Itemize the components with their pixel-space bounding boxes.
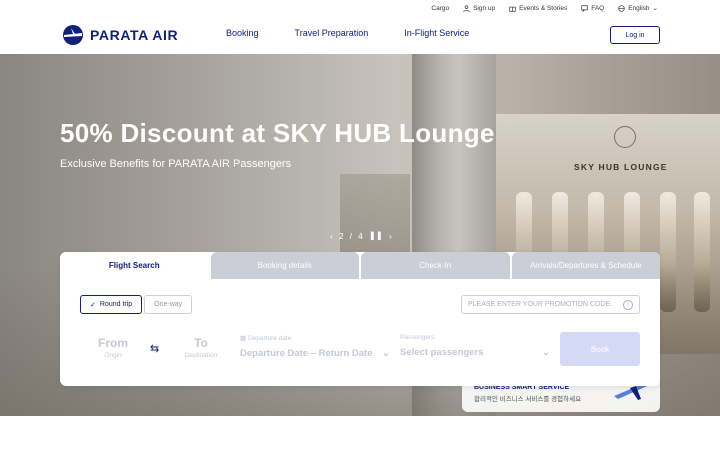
round-trip-label: Round trip — [99, 301, 133, 308]
events-link[interactable]: Events & Stories — [509, 5, 567, 12]
language-label: English — [628, 4, 650, 12]
brand-name: PARATA AIR — [90, 27, 179, 43]
passengers-field[interactable]: Passengers Select passengers ⌄ — [400, 334, 550, 358]
departure-date-label: Departure date — [247, 335, 292, 342]
gift-icon — [509, 6, 516, 12]
cargo-link[interactable]: Cargo — [431, 5, 449, 12]
chevron-right-icon[interactable]: › — [389, 231, 392, 241]
lounge-sign: SKY HUB LOUNGE — [574, 162, 668, 172]
carousel-pager: ‹ 2 / 4 ❚❚ › — [330, 230, 392, 241]
faq-label: FAQ — [591, 4, 605, 12]
signup-label: Sign up — [473, 4, 496, 12]
user-icon — [463, 4, 470, 12]
passengers-label: Passengers — [400, 334, 435, 341]
one-way-button[interactable]: One-way — [144, 295, 193, 314]
pager-current: 2 — [338, 230, 344, 241]
promotion-code-input[interactable]: PLEASE ENTER YOUR PROMOTION CODE. i — [461, 295, 640, 314]
brand-logo[interactable]: PARATA AIR — [62, 24, 178, 46]
nav-travel-preparation[interactable]: Travel Preparation — [295, 28, 369, 38]
tab-flight-search[interactable]: Flight Search — [60, 252, 209, 279]
chevron-down-icon: ⌄ — [652, 5, 658, 12]
chevron-down-icon: ⌄ — [542, 347, 550, 358]
language-selector[interactable]: English ⌄ — [618, 4, 658, 12]
chevron-left-icon[interactable]: ‹ — [330, 231, 333, 241]
departure-date-value: Departure Date – Return Date — [240, 348, 373, 359]
flight-search-panel: Flight Search Booking details Check-In A… — [60, 252, 660, 386]
main-header: PARATA AIR Booking Travel Preparation In… — [0, 16, 720, 54]
promotion-code-placeholder: PLEASE ENTER YOUR PROMOTION CODE. — [468, 301, 613, 308]
tab-check-in[interactable]: Check-In — [361, 252, 510, 279]
tab-booking-details[interactable]: Booking details — [210, 252, 359, 279]
main-menu: Booking Travel Preparation In-Flight Ser… — [226, 28, 469, 38]
pager-separator: / — [349, 230, 352, 241]
info-icon[interactable]: i — [623, 300, 633, 310]
nav-inflight-service[interactable]: In-Flight Service — [404, 28, 469, 38]
trip-type-toggle: ✓ Round trip One-way — [80, 295, 193, 314]
origin-label: Origin — [104, 352, 122, 359]
utility-bar: Cargo Sign up Events & Stories FAQ Engli… — [0, 0, 720, 16]
departure-date-field[interactable]: ▦ Departure date Departure Date – Return… — [240, 334, 390, 359]
search-tabs: Flight Search Booking details Check-In A… — [60, 252, 660, 279]
from-label: From — [98, 336, 128, 350]
calendar-icon: ▦ — [240, 335, 248, 342]
signup-link[interactable]: Sign up — [463, 5, 495, 12]
origin-field[interactable]: From Origin — [80, 336, 146, 359]
passengers-value: Select passengers — [400, 347, 484, 358]
destination-field[interactable]: To Destination — [168, 336, 234, 359]
lounge-emblem — [614, 126, 636, 148]
hero-title: 50% Discount at SKY HUB Lounge — [60, 118, 495, 148]
chat-icon — [581, 4, 588, 12]
swap-icon[interactable]: ⇆ — [150, 342, 159, 355]
faq-link[interactable]: FAQ — [581, 5, 604, 12]
hero-subtitle: Exclusive Benefits for PARATA AIR Passen… — [60, 158, 292, 170]
nav-booking[interactable]: Booking — [226, 28, 259, 38]
globe-icon — [618, 4, 625, 12]
destination-label: Destination — [184, 352, 218, 359]
pause-icon[interactable]: ❚❚ — [369, 230, 383, 241]
book-button[interactable]: Book — [560, 332, 640, 366]
tab-arrivals-departures[interactable]: Arrivals/Departures & Schedule — [511, 252, 660, 279]
cargo-label: Cargo — [431, 4, 450, 12]
round-trip-button[interactable]: ✓ Round trip — [80, 295, 143, 314]
login-button[interactable]: Log in — [610, 26, 660, 44]
to-label: To — [194, 336, 208, 350]
chevron-down-icon: ⌄ — [382, 348, 390, 359]
airline-logo-icon — [63, 25, 83, 45]
events-label: Events & Stories — [519, 4, 568, 12]
check-icon: ✓ — [90, 301, 96, 309]
pager-total: 4 — [357, 230, 363, 241]
